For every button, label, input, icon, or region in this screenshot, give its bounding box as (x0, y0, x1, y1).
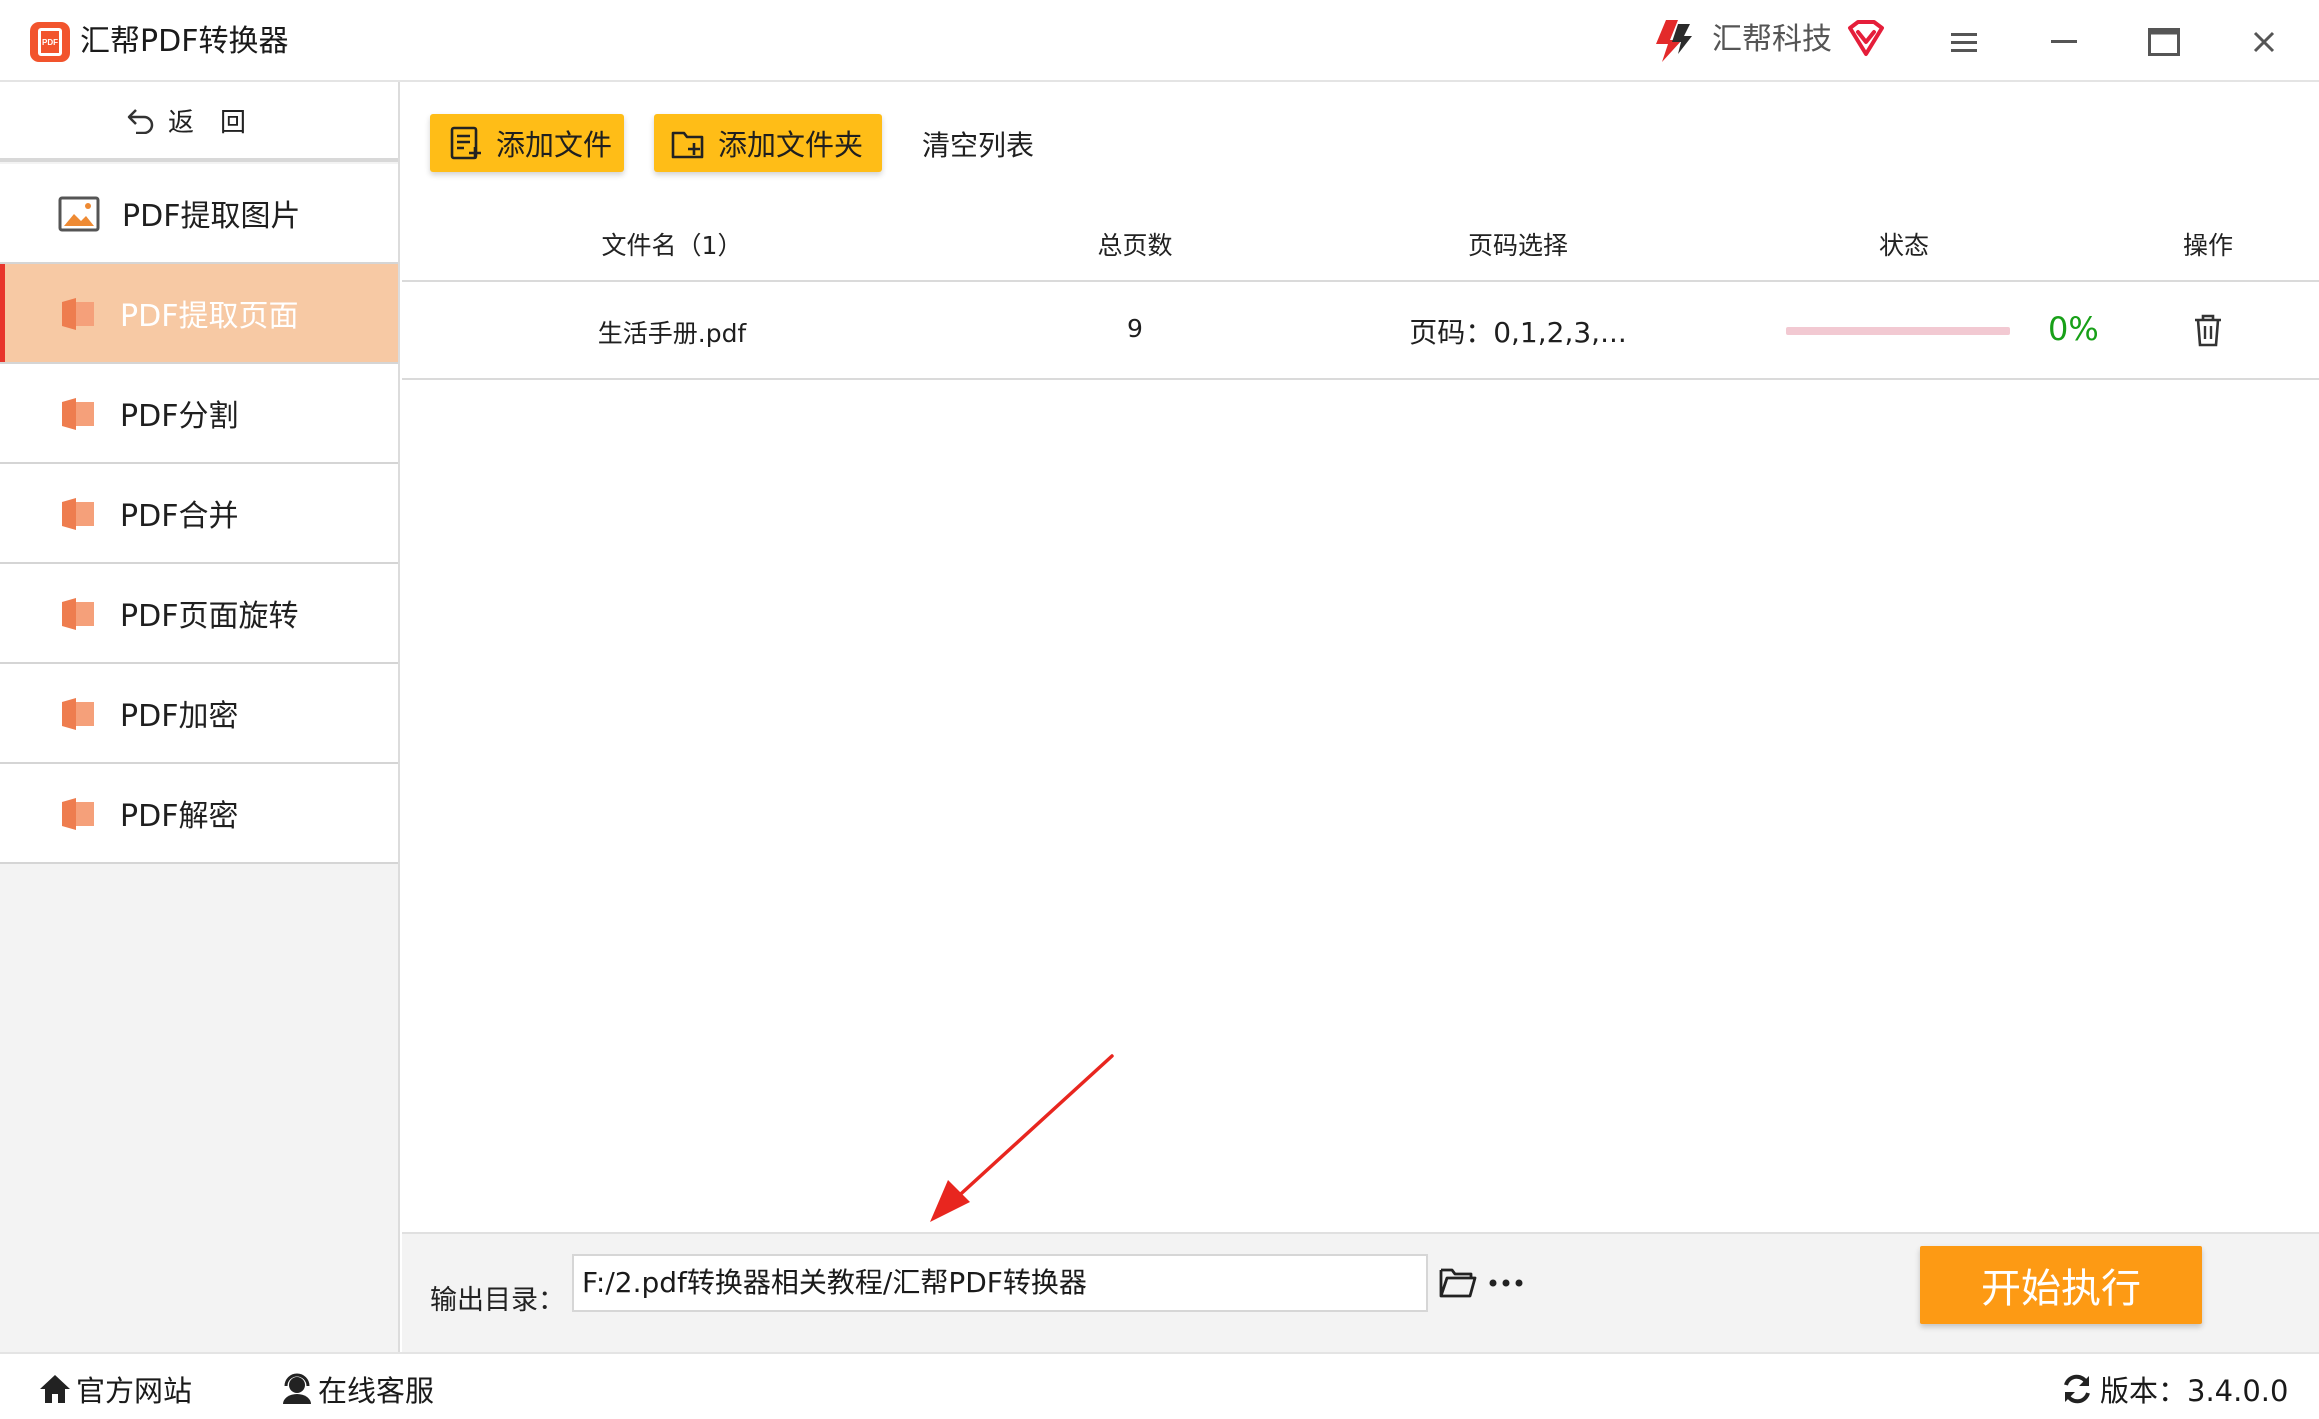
output-dir-label: 输出目录： (430, 1285, 565, 1316)
online-support-link[interactable]: 在线客服 (280, 1368, 434, 1410)
online-support-label: 在线客服 (318, 1374, 435, 1408)
add-folder-button[interactable]: 添加文件夹 (654, 114, 882, 172)
pdf-doc-icon (62, 298, 94, 330)
more-options-icon[interactable] (1488, 1278, 1528, 1288)
pdf-doc-icon (62, 498, 94, 530)
feature-menu: PDF提取图片 PDF提取页面 PDF分割 PDF合并 PDF页面旋转 PDF加… (0, 164, 398, 864)
progress-bar (1786, 327, 2010, 335)
column-actions[interactable]: 操作 (2183, 226, 2233, 262)
add-folder-label: 添加文件夹 (718, 128, 864, 162)
folder-open-icon[interactable] (1438, 1264, 1478, 1300)
back-button[interactable]: 返回 (0, 82, 398, 162)
sidebar-item-label: PDF分割 (120, 399, 239, 434)
sidebar-item-decrypt[interactable]: PDF解密 (0, 764, 398, 864)
sidebar-item-label: PDF提取图片 (122, 199, 301, 234)
table-row[interactable]: 生活手册.pdf 9 页码：0,1,2,3,... 0% (402, 282, 2319, 380)
clear-list-button[interactable]: 清空列表 (922, 124, 1034, 164)
official-website-label: 官方网站 (76, 1374, 193, 1408)
column-status[interactable]: 状态 (1879, 226, 1929, 262)
vip-diamond-icon[interactable] (1846, 20, 1886, 58)
refresh-icon[interactable] (2060, 1372, 2094, 1406)
sidebar: 返回 PDF提取图片 PDF提取页面 PDF分割 PDF合并 PDF页面旋转 P… (0, 82, 400, 1352)
output-dir-input[interactable]: F:/2.pdf转换器相关教程/汇帮PDF转换器 (572, 1254, 1428, 1312)
sidebar-item-label: PDF加密 (120, 699, 239, 734)
status-bar: 官方网站 在线客服 版本：3.4.0.0 (0, 1352, 2319, 1419)
app-title: 汇帮PDF转换器 (80, 24, 289, 59)
add-file-icon (450, 126, 481, 160)
brand-name: 汇帮科技 (1712, 22, 1832, 57)
version-label: 版本：3.4.0.0 (2100, 1374, 2289, 1408)
sidebar-item-label: PDF解密 (120, 799, 239, 834)
app-logo: PDF (30, 22, 70, 62)
add-file-button[interactable]: 添加文件 (430, 114, 624, 172)
pdf-doc-icon (62, 698, 94, 730)
brand-logo (1656, 20, 1692, 62)
column-filename[interactable]: 文件名（1） (602, 226, 743, 262)
back-label: 返回 (167, 107, 272, 138)
sidebar-item-extract-pages[interactable]: PDF提取页面 (0, 264, 398, 364)
pdf-doc-icon (62, 798, 94, 830)
toolbar: 添加文件 添加文件夹 清空列表 (402, 82, 2319, 202)
add-folder-icon (671, 131, 704, 159)
pdf-doc-icon (62, 598, 94, 630)
progress-percent: 0% (2048, 310, 2099, 348)
customer-service-icon (283, 1373, 311, 1404)
sidebar-item-split[interactable]: PDF分割 (0, 364, 398, 464)
add-file-label: 添加文件 (496, 128, 613, 162)
back-arrow-icon (127, 109, 154, 134)
pdf-doc-icon (62, 398, 94, 430)
cell-total-pages: 9 (1127, 314, 1143, 343)
column-total-pages[interactable]: 总页数 (1097, 226, 1172, 262)
sidebar-item-extract-images[interactable]: PDF提取图片 (0, 164, 398, 264)
cell-filename: 生活手册.pdf (597, 319, 747, 348)
home-icon (40, 1375, 70, 1403)
official-website-link[interactable]: 官方网站 (38, 1368, 192, 1410)
menu-icon[interactable] (1942, 20, 1986, 64)
close-icon[interactable] (2242, 20, 2286, 64)
sidebar-item-label: PDF合并 (120, 499, 239, 534)
column-page-selection[interactable]: 页码选择 (1468, 226, 1568, 262)
sidebar-item-label: PDF页面旋转 (120, 599, 299, 634)
minimize-icon[interactable] (2042, 20, 2086, 64)
sidebar-item-merge[interactable]: PDF合并 (0, 464, 398, 564)
start-button[interactable]: 开始执行 (1920, 1246, 2202, 1324)
maximize-icon[interactable] (2142, 20, 2186, 64)
trash-icon[interactable] (2192, 312, 2224, 348)
version-info: 版本：3.4.0.0 (2060, 1368, 2288, 1410)
sidebar-item-encrypt[interactable]: PDF加密 (0, 664, 398, 764)
sidebar-item-label: PDF提取页面 (120, 299, 299, 334)
title-bar: PDF 汇帮PDF转换器 汇帮科技 (0, 0, 2319, 82)
app-logo-text: PDF (42, 37, 58, 47)
sidebar-item-rotate[interactable]: PDF页面旋转 (0, 564, 398, 664)
cell-page-selection[interactable]: 页码：0,1,2,3,... (1409, 311, 1627, 351)
annotation-arrow (930, 1054, 1114, 1222)
output-bar: 输出目录： F:/2.pdf转换器相关教程/汇帮PDF转换器 开始执行 (402, 1232, 2319, 1352)
image-icon (58, 196, 100, 232)
file-table-header: 文件名（1） 总页数 页码选择 状态 操作 (402, 202, 2319, 282)
